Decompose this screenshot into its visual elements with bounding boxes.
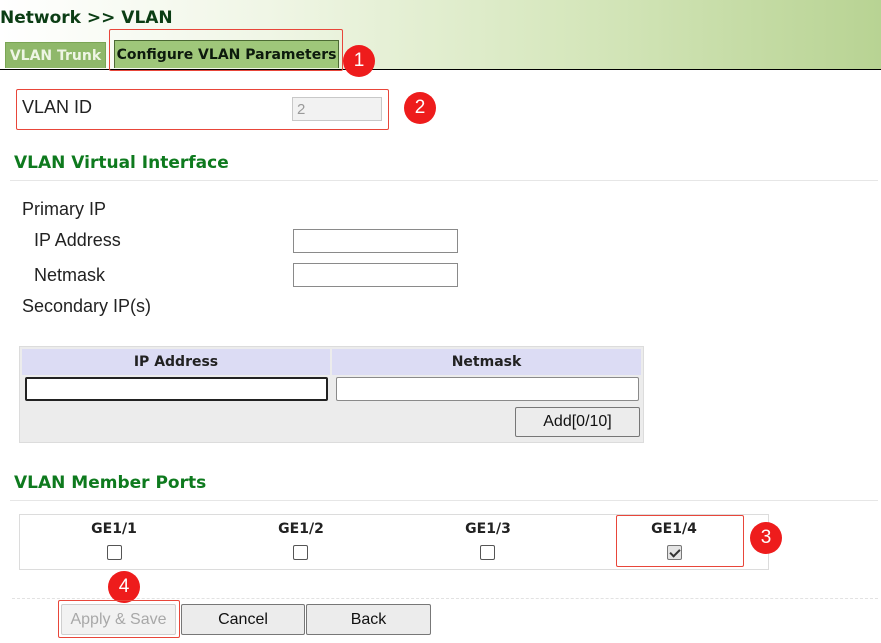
port-label-ge1-4: GE1/4 [651, 521, 697, 537]
section-divider [10, 180, 878, 181]
column-header-ip-address: IP Address [22, 349, 330, 375]
secondary-netmask-input[interactable] [336, 377, 639, 401]
annotation-badge-4: 4 [108, 571, 140, 603]
section-title-virtual-interface: VLAN Virtual Interface [14, 153, 229, 173]
port-label-ge1-2: GE1/2 [278, 521, 324, 537]
ip-address-input[interactable] [293, 229, 458, 253]
back-button[interactable]: Back [306, 604, 431, 635]
header-bar: Network >> VLAN VLAN Trunk Configure VLA… [0, 0, 881, 70]
secondary-ip-address-input[interactable] [25, 377, 328, 401]
secondary-ip-label: Secondary IP(s) [22, 296, 152, 316]
annotation-badge-3: 3 [750, 522, 782, 554]
member-ports-panel: GE1/1 GE1/2 GE1/3 GE1/4 [19, 514, 769, 570]
apply-save-button[interactable]: Apply & Save [61, 604, 176, 635]
tab-vlan-trunk[interactable]: VLAN Trunk [5, 42, 106, 68]
port-checkbox-ge1-3[interactable] [480, 545, 495, 560]
port-label-ge1-1: GE1/1 [91, 521, 137, 537]
netmask-input[interactable] [293, 263, 458, 287]
annotation-badge-2: 2 [404, 92, 436, 124]
primary-ip-label: Primary IP [22, 199, 107, 219]
port-checkbox-ge1-4[interactable] [667, 545, 682, 560]
port-checkbox-ge1-2[interactable] [293, 545, 308, 560]
vlan-id-input[interactable] [292, 97, 382, 121]
section-divider [10, 500, 878, 501]
section-title-member-ports: VLAN Member Ports [14, 473, 207, 493]
port-label-ge1-3: GE1/3 [465, 521, 511, 537]
secondary-ip-table: IP Address Netmask Add[0/10] [19, 346, 644, 443]
netmask-label: Netmask [34, 265, 106, 285]
vlan-id-label: VLAN ID [22, 97, 93, 117]
add-secondary-ip-button[interactable]: Add[0/10] [515, 407, 640, 437]
cancel-button[interactable]: Cancel [181, 604, 305, 635]
tab-configure-vlan-parameters[interactable]: Configure VLAN Parameters [114, 40, 339, 68]
page-title: Network >> VLAN [0, 8, 173, 28]
footer-divider [12, 598, 878, 599]
column-header-netmask: Netmask [332, 349, 641, 375]
port-checkbox-ge1-1[interactable] [107, 545, 122, 560]
annotation-badge-1: 1 [343, 45, 375, 77]
ip-address-label: IP Address [34, 230, 121, 250]
